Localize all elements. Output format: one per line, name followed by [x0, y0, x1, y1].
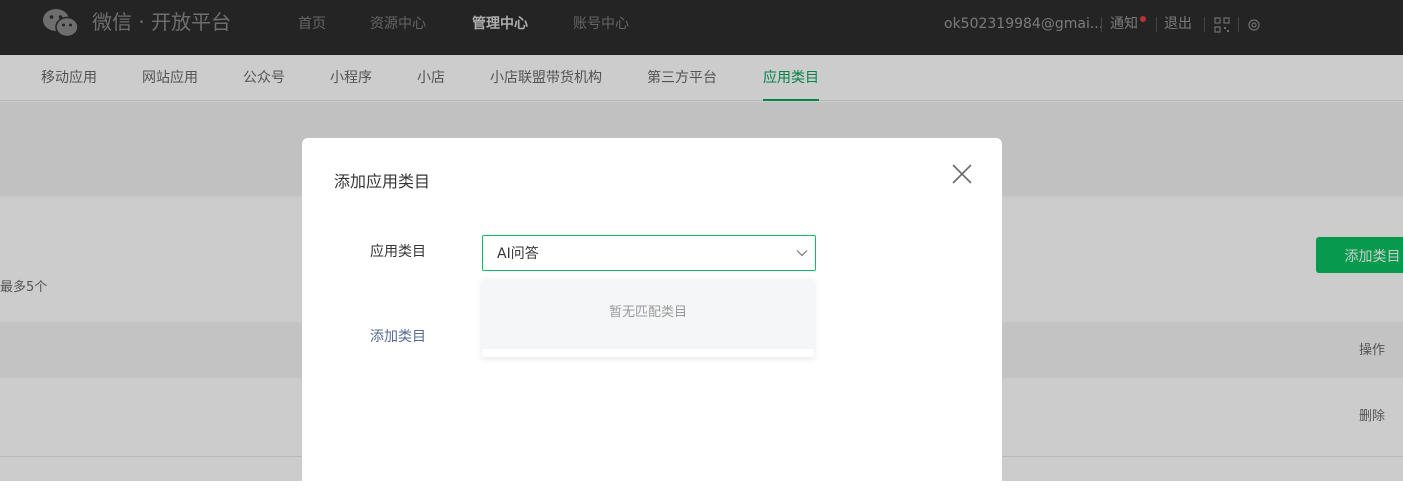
close-icon[interactable] — [950, 162, 974, 186]
category-select[interactable] — [482, 235, 816, 271]
add-category-dialog: 添加应用类目 应用类目 暂无匹配类目 添加类目 — [302, 138, 1002, 498]
add-category-link[interactable]: 添加类目 — [370, 327, 426, 347]
category-dropdown: 暂无匹配类目 — [482, 279, 814, 357]
dialog-title: 添加应用类目 — [334, 172, 431, 191]
chevron-down-icon[interactable] — [796, 248, 808, 258]
category-search-input[interactable] — [497, 243, 777, 263]
category-field-label: 应用类目 — [370, 244, 426, 260]
modal-overlay — [0, 0, 1403, 55]
dropdown-empty-panel: 暂无匹配类目 — [482, 279, 814, 349]
empty-match-text: 暂无匹配类目 — [608, 305, 687, 320]
